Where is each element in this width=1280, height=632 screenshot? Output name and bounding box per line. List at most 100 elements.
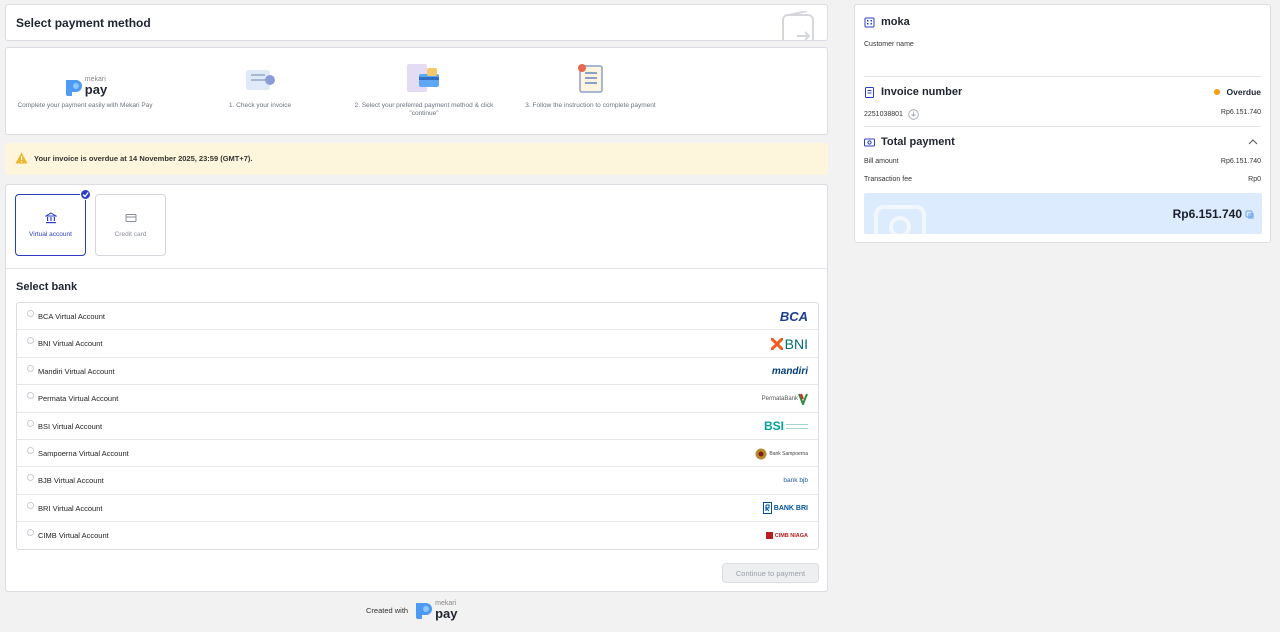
step-check-invoice: 1. Check your invoice <box>210 60 310 110</box>
bank-name: CIMB Virtual Account <box>38 531 109 541</box>
instruction-illustration <box>518 60 663 96</box>
total-amount-box: Rp6.151.740 <box>864 193 1262 234</box>
step-text: 3. Follow the instruction to complete pa… <box>525 102 656 109</box>
bank-option-bca[interactable]: BCA Virtual Account BCA <box>17 303 818 331</box>
overdue-banner: Your invoice is overdue at 14 November 2… <box>5 143 828 175</box>
sampoerna-logo: Bank Sampoerna <box>755 445 808 462</box>
method-label: Credit card <box>114 231 147 238</box>
customer-name: moka <box>881 16 910 28</box>
step-text: Complete your payment easily with Mekari… <box>17 102 153 109</box>
radio-button[interactable] <box>27 501 34 509</box>
divider <box>864 126 1261 127</box>
bank-option-bsi[interactable]: BSI Virtual Account BSI <box>17 413 818 440</box>
cimb-logo: CIMB NIAGA <box>765 527 808 544</box>
total-payment-title: Total payment <box>881 136 955 148</box>
bank-name: Mandiri Virtual Account <box>38 366 115 376</box>
bank-option-bni[interactable]: BNI Virtual Account BNI <box>17 330 818 358</box>
bank-name: Permata Virtual Account <box>38 394 119 404</box>
permata-logo: PermataBank <box>762 390 808 407</box>
bank-option-mandiri[interactable]: Mandiri Virtual Account mandiri <box>17 358 818 386</box>
bank-name: BSI Virtual Account <box>38 421 103 431</box>
selected-check-icon <box>80 189 91 200</box>
status-dot <box>1213 89 1220 95</box>
radio-button[interactable] <box>27 474 34 482</box>
bank-option-bri[interactable]: BRI Virtual Account BANK BRI <box>17 495 818 523</box>
method-virtual-account[interactable]: Virtual account <box>15 189 91 256</box>
radio-button[interactable] <box>27 337 34 345</box>
status-badge: Overdue <box>1213 87 1262 97</box>
bank-name: BCA Virtual Account <box>38 312 105 321</box>
payment-options: Virtual account Credit card Select bank … <box>5 184 828 592</box>
bca-logo: BCA <box>779 309 808 324</box>
method-credit-card[interactable]: Credit card <box>95 194 166 256</box>
step-text: 1. Check your invoice <box>228 102 292 109</box>
divider <box>864 76 1261 77</box>
invoice-illustration <box>210 60 310 96</box>
radio-button[interactable] <box>27 310 34 317</box>
mandiri-logo: mandiri <box>771 365 808 377</box>
select-bank-title: Select bank <box>16 281 78 293</box>
continue-to-payment-button[interactable]: Continue to payment <box>722 563 819 583</box>
bank-name: BRI Virtual Account <box>38 503 103 513</box>
bank-name: Sampoerna Virtual Account <box>38 449 129 458</box>
bill-amount-label: Bill amount <box>864 158 899 165</box>
bri-logo: BANK BRI <box>762 500 808 517</box>
footer-branding: Created with mekari pay <box>366 600 458 620</box>
invoice-number: 2251038801 <box>864 111 903 118</box>
credit-card-icon <box>125 214 136 222</box>
invoice-title: Invoice number <box>881 86 963 98</box>
overdue-message: Your invoice is overdue at 14 November 2… <box>34 154 253 163</box>
radio-button[interactable] <box>27 419 34 427</box>
mekari-pay-logo: mekari pay <box>10 60 160 96</box>
step-text: 2. Select your preferred payment method … <box>354 102 494 118</box>
bank-name: BJB Virtual Account <box>38 476 104 486</box>
radio-button[interactable] <box>27 392 34 400</box>
brand-word-bottom: pay <box>84 82 108 97</box>
payment-method-header: Select payment method <box>5 4 828 41</box>
payment-method-illustration <box>349 60 499 96</box>
grand-total: Rp6.151.740 <box>1172 207 1242 221</box>
money-watermark-icon <box>874 205 926 234</box>
brand-word-bottom: pay <box>435 606 458 621</box>
bank-option-cimb[interactable]: CIMB Virtual Account CIMB NIAGA <box>17 522 818 549</box>
bank-list: BCA Virtual Account BCA BNI Virtual Acco… <box>16 302 819 550</box>
bill-amount-value: Rp6.151.740 <box>1220 158 1261 165</box>
invoice-summary-panel: moka Customer name Invoice number Overdu… <box>854 4 1271 243</box>
created-with-text: Created with <box>366 605 409 615</box>
bjb-logo: bank bjb <box>783 477 808 485</box>
customer-section: moka <box>864 16 910 28</box>
page-title: Select payment method <box>16 16 151 30</box>
bank-option-sampoerna[interactable]: Sampoerna Virtual Account Bank Sampoerna <box>17 440 818 468</box>
invoice-number-row: 2251038801 <box>864 109 919 120</box>
method-label: Virtual account <box>29 231 72 238</box>
invoice-amount: Rp6.151.740 <box>1220 109 1261 116</box>
invoice-number-section: Invoice number <box>864 86 962 98</box>
wallet-icon <box>782 11 814 40</box>
transaction-fee-label: Transaction fee <box>864 176 912 183</box>
total-payment-section: Total payment <box>864 136 955 148</box>
chevron-up-icon[interactable] <box>1248 139 1258 145</box>
payment-steps: mekari pay Complete your payment easily … <box>5 47 828 135</box>
bank-option-bjb[interactable]: BJB Virtual Account bank bjb <box>17 467 818 495</box>
step-mekari-pay: mekari pay Complete your payment easily … <box>10 60 160 110</box>
step-follow-instruction: 3. Follow the instruction to complete pa… <box>518 60 663 110</box>
step-select-method: 2. Select your preferred payment method … <box>349 60 499 119</box>
bsi-logo: BSI <box>764 418 808 435</box>
transaction-fee-value: Rp0 <box>1248 176 1261 183</box>
mekari-pay-logo <box>416 603 433 619</box>
bank-icon <box>43 212 58 224</box>
download-icon[interactable] <box>908 109 919 120</box>
bank-name: BNI Virtual Account <box>38 339 103 349</box>
warning-icon <box>15 152 28 164</box>
document-icon <box>865 86 874 98</box>
status-text: Overdue <box>1226 87 1262 97</box>
money-icon <box>864 138 875 146</box>
radio-button[interactable] <box>27 364 34 372</box>
copy-icon[interactable] <box>1245 210 1255 220</box>
bni-logo: BNI <box>770 335 808 352</box>
building-icon <box>864 17 875 27</box>
divider <box>6 268 827 269</box>
radio-button[interactable] <box>27 529 34 537</box>
bank-option-permata[interactable]: Permata Virtual Account PermataBank <box>17 385 818 413</box>
radio-button[interactable] <box>27 447 34 454</box>
